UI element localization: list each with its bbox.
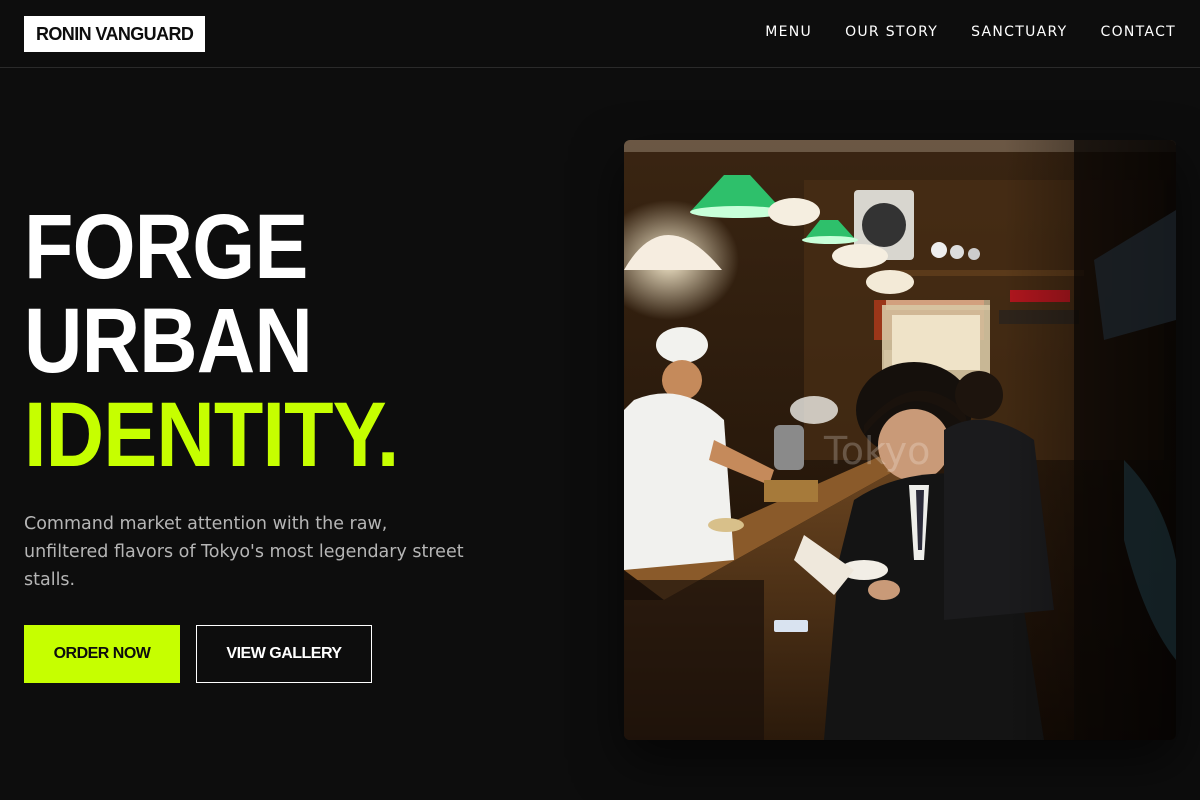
hero-image: Tokyo bbox=[624, 140, 1176, 740]
hero-title-line-1: FORGE bbox=[24, 196, 308, 298]
nav-link-our-story[interactable]: OUR STORY bbox=[845, 22, 938, 42]
hero-title-line-3: IDENTITY. bbox=[24, 384, 399, 486]
nav-link-menu[interactable]: MENU bbox=[765, 22, 812, 42]
image-watermark: Tokyo bbox=[823, 429, 930, 473]
main-nav: MENU OUR STORY SANCTUARY CONTACT bbox=[765, 22, 1176, 42]
site-header: RONIN VANGUARD MENU OUR STORY SANCTUARY … bbox=[0, 0, 1200, 68]
nav-link-contact[interactable]: CONTACT bbox=[1101, 22, 1177, 42]
nav-link-sanctuary[interactable]: SANCTUARY bbox=[971, 22, 1067, 42]
hero-title: FORGE URBAN IDENTITY. bbox=[24, 200, 449, 482]
hero-title-line-2: URBAN bbox=[24, 290, 313, 392]
ramen-bar-photo: Tokyo bbox=[624, 140, 1176, 740]
hero-subtitle: Command market attention with the raw, u… bbox=[24, 514, 464, 590]
view-gallery-button[interactable]: VIEW GALLERY bbox=[196, 625, 372, 683]
brand-logo[interactable]: RONIN VANGUARD bbox=[24, 16, 206, 52]
order-now-button[interactable]: ORDER NOW bbox=[24, 625, 180, 683]
